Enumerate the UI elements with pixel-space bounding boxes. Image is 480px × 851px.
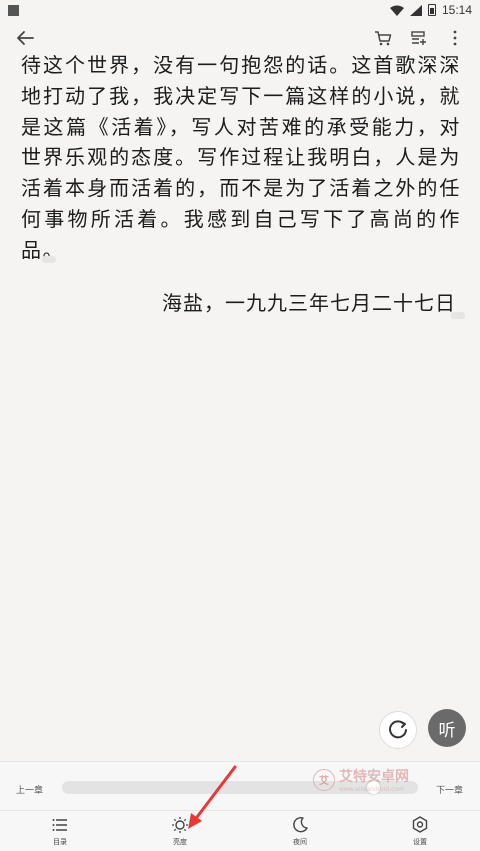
back-button[interactable] xyxy=(12,25,38,51)
reading-content: 待这个世界，没有一句抱怨的话。这首歌深深地打动了我，我决定写下一篇这样的小说，就… xyxy=(21,50,461,266)
more-vertical-icon xyxy=(453,30,457,46)
wifi-icon xyxy=(389,5,404,16)
tab-label: 目录 xyxy=(53,838,67,846)
tab-label: 设置 xyxy=(413,838,427,846)
panel-divider xyxy=(0,810,480,811)
auto-page-button[interactable] xyxy=(379,711,417,749)
more-button[interactable] xyxy=(442,25,468,51)
watermark-text: 艾特安卓网 xyxy=(339,769,409,785)
tab-brightness[interactable]: 亮度 xyxy=(120,812,240,851)
tab-label: 夜间 xyxy=(293,838,307,846)
author-signature: 海盐，一九九三年七月二十七日 xyxy=(162,291,456,315)
status-bar: 15:14 xyxy=(0,0,480,20)
watermark: 艾 艾特安卓网 www.aiteandroid.com xyxy=(313,766,409,793)
chapter-paragraph: 待这个世界，没有一句抱怨的话。这首歌深深地打动了我，我决定写下一篇这样的小说，就… xyxy=(21,53,461,262)
bottom-tab-bar: 目录 亮度 夜间 设置 xyxy=(0,812,480,851)
signal-icon xyxy=(409,4,422,16)
cart-icon xyxy=(375,31,392,46)
listen-button[interactable]: 听 xyxy=(428,709,466,747)
status-time: 15:14 xyxy=(441,3,472,17)
add-bookshelf-button[interactable] xyxy=(406,25,432,51)
catalog-icon xyxy=(52,819,67,831)
cart-button[interactable] xyxy=(370,25,396,51)
tab-catalog[interactable]: 目录 xyxy=(0,812,120,851)
refresh-icon xyxy=(389,720,407,739)
prev-chapter-button[interactable]: 上一章 xyxy=(16,783,43,796)
notification-icon xyxy=(8,4,19,16)
reader-bottom-panel: 上一章 艾 艾特安卓网 www.aiteandroid.com 下一章 目录 亮… xyxy=(0,761,480,851)
watermark-logo-icon: 艾 xyxy=(313,768,335,791)
settings-icon xyxy=(412,816,428,833)
add-bookshelf-icon xyxy=(411,31,426,45)
watermark-sub: www.aiteandroid.com xyxy=(339,786,404,793)
tab-label: 亮度 xyxy=(173,838,187,846)
paragraph-comment-badge[interactable] xyxy=(42,256,56,263)
night-mode-icon xyxy=(293,816,308,833)
signature-comment-badge[interactable] xyxy=(451,312,465,319)
tab-settings[interactable]: 设置 xyxy=(360,812,480,851)
tab-night-mode[interactable]: 夜间 xyxy=(240,812,360,851)
next-chapter-button[interactable]: 下一章 xyxy=(436,783,463,796)
battery-icon xyxy=(427,4,436,16)
brightness-icon xyxy=(172,817,188,833)
back-arrow-icon xyxy=(17,31,34,45)
